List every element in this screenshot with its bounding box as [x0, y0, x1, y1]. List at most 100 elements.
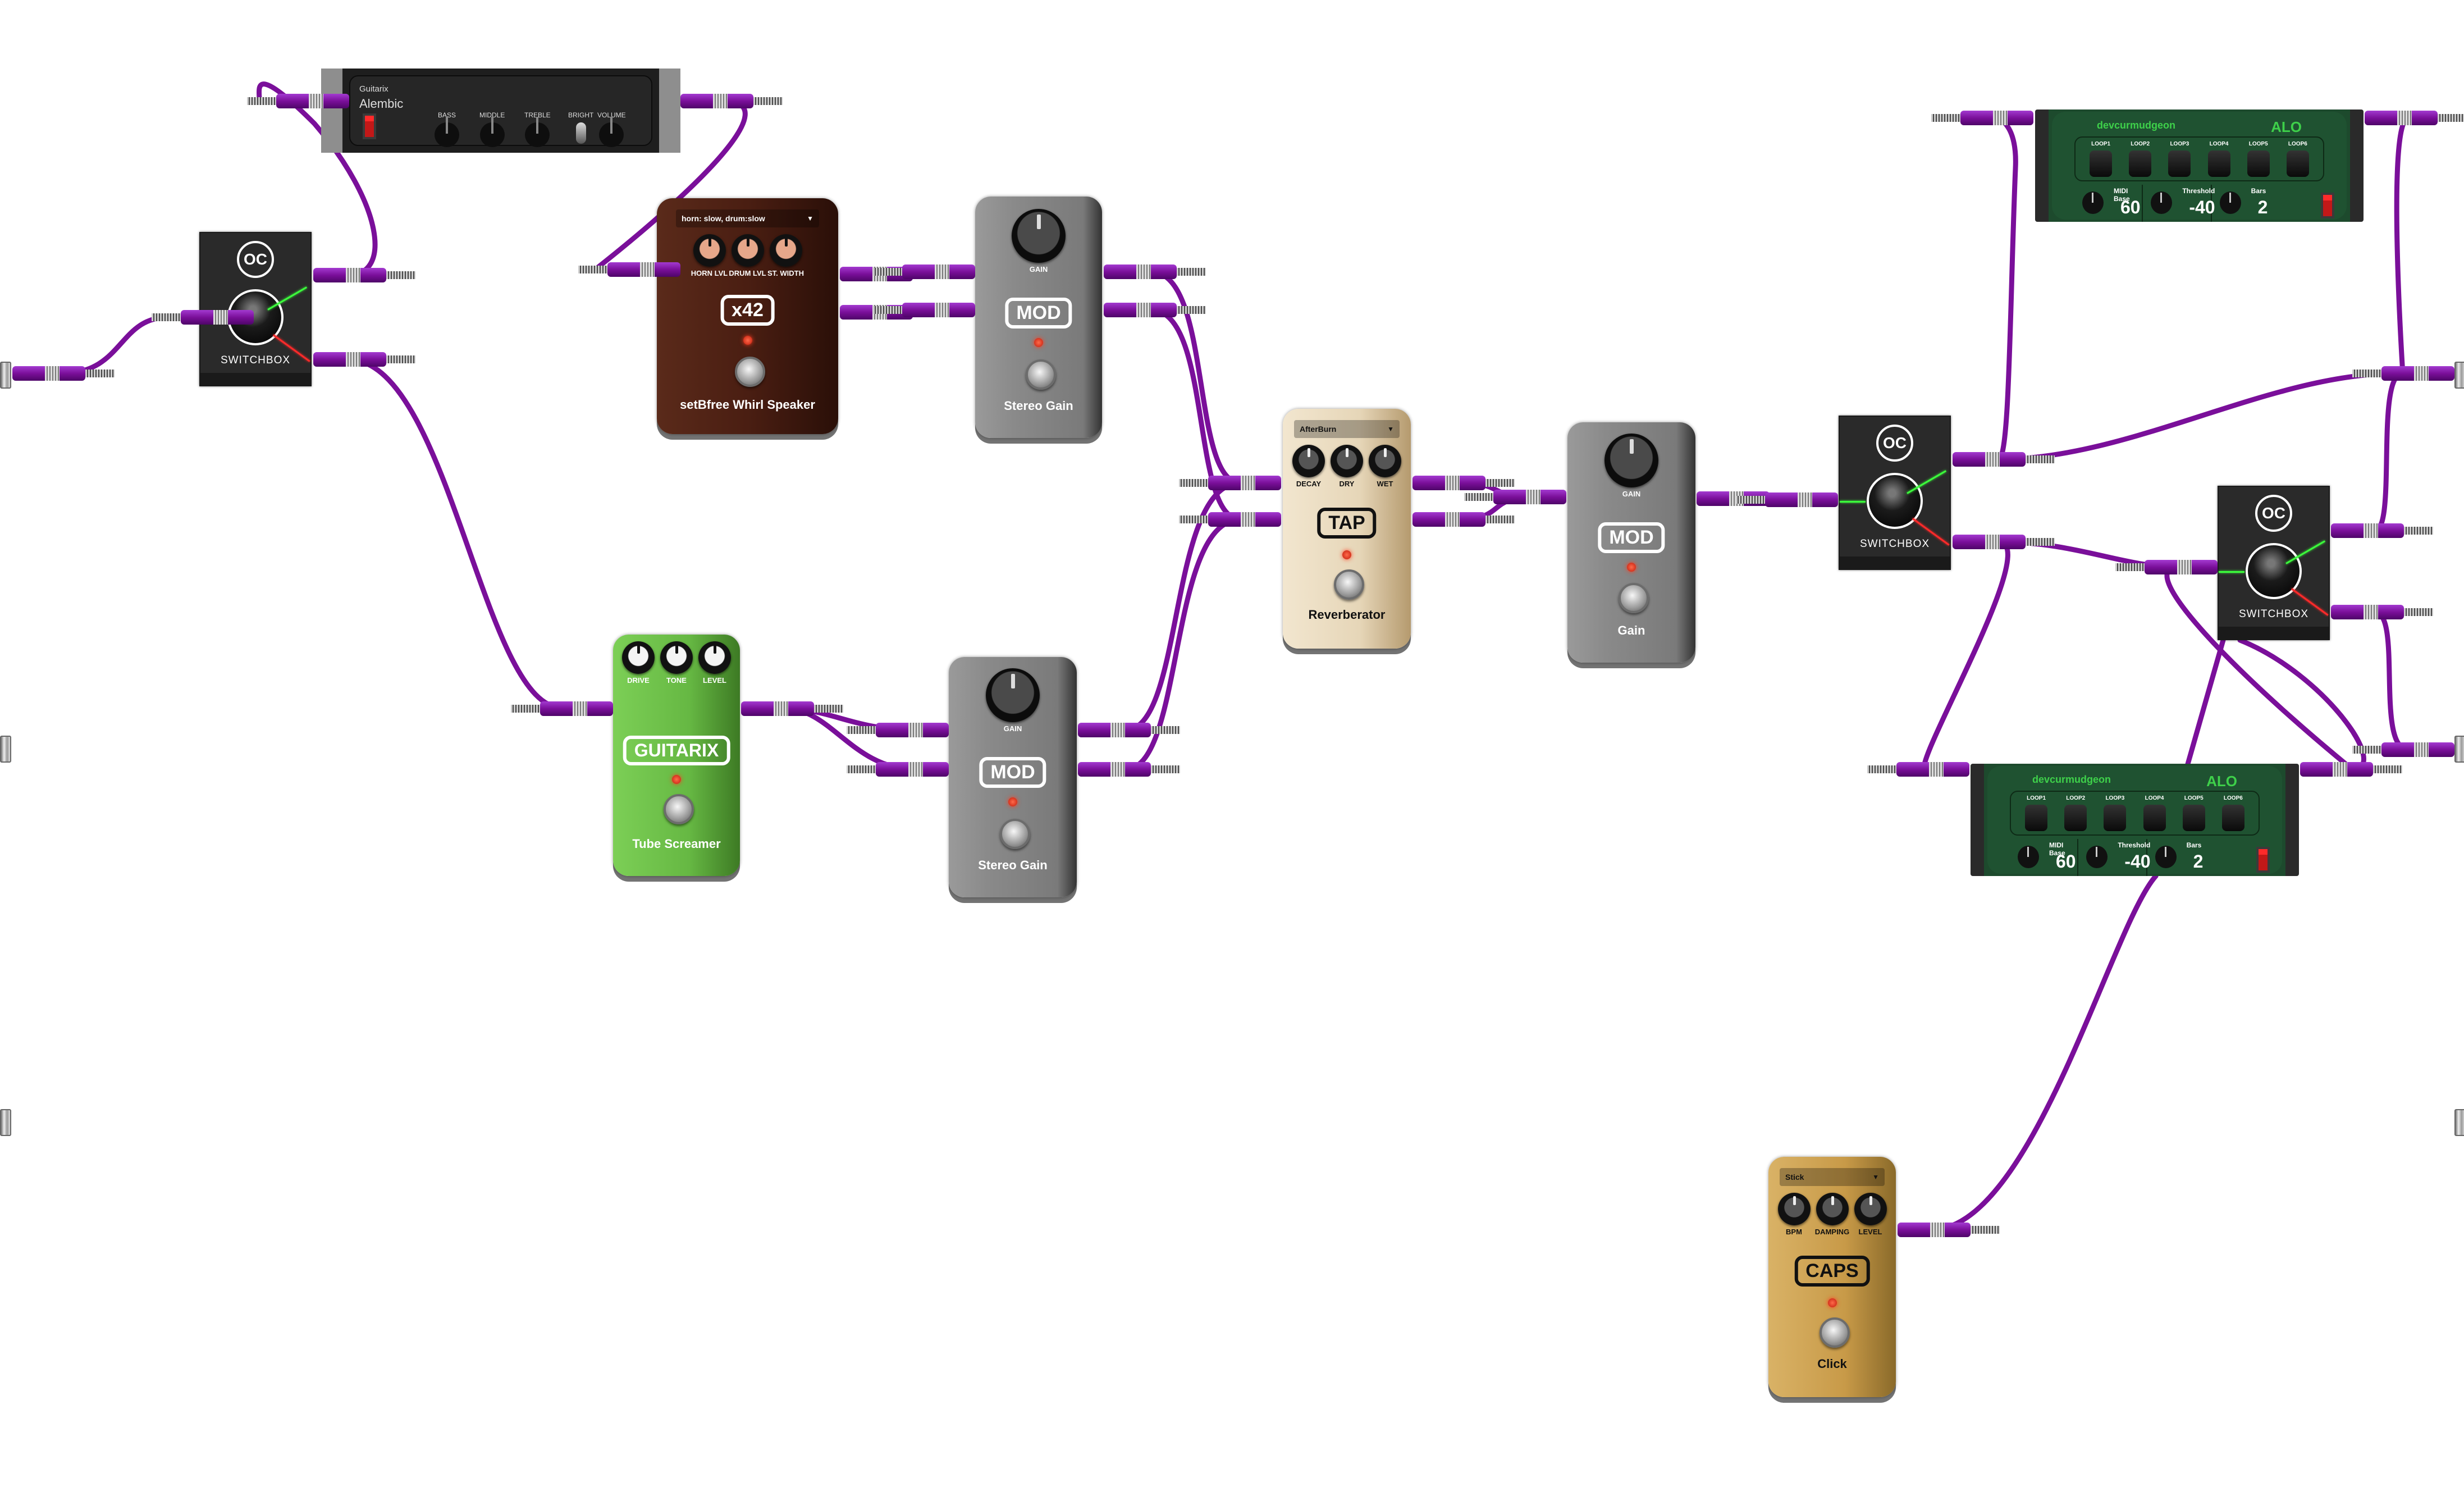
cable-plug[interactable] — [313, 352, 415, 367]
amp-treble-control[interactable]: TREBLE — [524, 111, 551, 147]
click-pedal[interactable]: Stick ▼ BPM DAMPING LEVEL CAPS Click — [1768, 1157, 1896, 1397]
loop5-button[interactable] — [2182, 805, 2205, 831]
cable-plug[interactable] — [1464, 490, 1566, 504]
switchbox-1[interactable]: OC SWITCHBOX — [199, 232, 312, 386]
alo-power-switch[interactable] — [2256, 847, 2270, 873]
level-knob[interactable] — [1854, 1193, 1887, 1225]
loop1-button[interactable] — [2090, 150, 2113, 177]
system-output-jack-1[interactable] — [2454, 362, 2464, 389]
loop6-button[interactable] — [2221, 805, 2244, 831]
cable-plug[interactable] — [847, 723, 949, 737]
cable-plug[interactable] — [1104, 264, 1206, 279]
bypass-footswitch[interactable] — [1334, 569, 1364, 600]
loop6-button[interactable] — [2286, 150, 2309, 177]
midi-base-knob[interactable] — [2082, 191, 2104, 214]
bypass-footswitch[interactable] — [664, 794, 694, 824]
amp-bass-control[interactable]: BASS — [435, 111, 459, 147]
tone-knob[interactable] — [660, 641, 693, 674]
bars-knob[interactable] — [2219, 191, 2241, 214]
alo-power-switch[interactable] — [2321, 193, 2334, 218]
cable-alo2-to-switchbox3[interactable] — [2237, 637, 2366, 772]
volume-knob[interactable] — [599, 117, 624, 147]
wet-knob[interactable] — [1369, 445, 1401, 477]
stereo-gain-pedal-2[interactable]: GAIN MOD Stereo Gain — [949, 657, 1077, 897]
dry-knob[interactable] — [1331, 445, 1363, 477]
loop3-button[interactable] — [2168, 150, 2191, 177]
cable-switchbox2-to-output1[interactable] — [1996, 371, 2406, 462]
cable-plug[interactable] — [1953, 535, 2055, 549]
cable-plug[interactable] — [2352, 742, 2454, 757]
loop5-button[interactable] — [2247, 150, 2270, 177]
cable-plug[interactable] — [1898, 1223, 2000, 1237]
treble-knob[interactable] — [525, 117, 550, 147]
threshold-knob[interactable] — [2151, 191, 2173, 214]
bars-knob[interactable] — [2155, 846, 2177, 868]
cable-plug[interactable] — [2365, 111, 2464, 125]
loop2-button[interactable] — [2129, 150, 2152, 177]
drive-knob[interactable] — [622, 641, 655, 674]
threshold-knob[interactable] — [2086, 846, 2108, 868]
bright-toggle[interactable] — [575, 122, 586, 144]
bpm-knob[interactable] — [1777, 1193, 1811, 1225]
gain-knob[interactable] — [986, 668, 1040, 722]
cable-switchbox1-to-tubescreamer[interactable] — [345, 357, 564, 710]
system-input-jack-3[interactable] — [0, 1109, 11, 1136]
stereo-width-knob[interactable] — [769, 234, 802, 267]
cable-click-to-alo2[interactable] — [1928, 637, 2226, 1233]
bypass-footswitch[interactable] — [734, 357, 765, 387]
loop4-button[interactable] — [2143, 805, 2166, 831]
cable-plug[interactable] — [313, 268, 415, 282]
cable-plug[interactable] — [680, 94, 783, 108]
cable-plug[interactable] — [12, 366, 115, 381]
cable-plug[interactable] — [1179, 476, 1281, 490]
cable-ts-to-gain2-r[interactable] — [783, 706, 918, 772]
cable-plug[interactable] — [1179, 512, 1281, 527]
alo-looper-2[interactable]: devcurmudgeon ALO LOOP1 LOOP2 LOOP3 LOOP… — [1971, 764, 2299, 876]
whirl-speaker-pedal[interactable]: horn: slow, drum:slow ▼ HORN LVL DRUM LVL… — [657, 198, 838, 434]
bypass-footswitch[interactable] — [1619, 583, 1649, 613]
cable-plug[interactable] — [1104, 303, 1206, 317]
bass-knob[interactable] — [435, 117, 459, 147]
drum-level-knob[interactable] — [731, 234, 764, 267]
gain-pedal[interactable]: GAIN MOD Gain — [1567, 422, 1695, 663]
cable-plug[interactable] — [1931, 111, 2033, 125]
system-input-jack-2[interactable] — [0, 736, 11, 763]
loop2-button[interactable] — [2064, 805, 2087, 831]
cable-plug[interactable] — [2331, 605, 2433, 619]
cable-plug[interactable] — [152, 310, 254, 325]
gain-knob[interactable] — [1604, 434, 1658, 487]
cable-plug[interactable] — [511, 701, 613, 716]
amp-volume-control[interactable]: VOLUME — [597, 111, 626, 147]
cable-input-to-switchbox1[interactable] — [59, 314, 171, 376]
amp-bright-control[interactable]: BRIGHT — [568, 111, 593, 144]
gain-knob[interactable] — [1012, 209, 1066, 263]
cable-plug[interactable] — [2331, 523, 2433, 538]
tube-screamer-pedal[interactable]: DRIVE TONE LEVEL GUITARIX Tube Screamer — [613, 635, 740, 876]
cable-alo1-to-output1[interactable] — [2394, 115, 2411, 376]
cable-plug[interactable] — [2352, 366, 2454, 381]
bypass-footswitch[interactable] — [1026, 359, 1056, 390]
middle-knob[interactable] — [479, 117, 505, 147]
cable-plug[interactable] — [247, 94, 349, 108]
decay-knob[interactable] — [1292, 445, 1325, 477]
amp-power-switch[interactable] — [363, 113, 376, 139]
bypass-footswitch[interactable] — [1819, 1317, 1850, 1348]
cable-plug[interactable] — [2115, 560, 2218, 574]
cable-plug[interactable] — [1736, 492, 1838, 507]
cable-plug[interactable] — [1412, 512, 1515, 527]
cable-plug[interactable] — [1867, 762, 1969, 777]
reverberator-pedal[interactable]: AfterBurn ▼ DECAY DRY WET TAP Reverberato… — [1283, 409, 1411, 649]
cable-switchbox2-to-alo1[interactable] — [1994, 115, 2018, 462]
cable-plug[interactable] — [1412, 476, 1515, 490]
system-output-jack-2[interactable] — [2454, 736, 2464, 763]
switchbox-3[interactable]: OC SWITCHBOX — [2218, 486, 2330, 640]
reverb-preset-dropdown[interactable]: AfterBurn ▼ — [1294, 420, 1400, 438]
loop1-button[interactable] — [2025, 805, 2048, 831]
cable-switchbox3-to-output1[interactable] — [2372, 371, 2406, 533]
cable-plug[interactable] — [1078, 723, 1180, 737]
midi-base-knob[interactable] — [2018, 846, 2039, 868]
horn-level-knob[interactable] — [693, 234, 726, 267]
alo-looper-1[interactable]: devcurmudgeon ALO LOOP1 LOOP2 LOOP3 LOOP… — [2035, 110, 2364, 222]
cable-plug[interactable] — [1078, 762, 1180, 777]
click-preset-dropdown[interactable]: Stick ▼ — [1780, 1168, 1885, 1186]
